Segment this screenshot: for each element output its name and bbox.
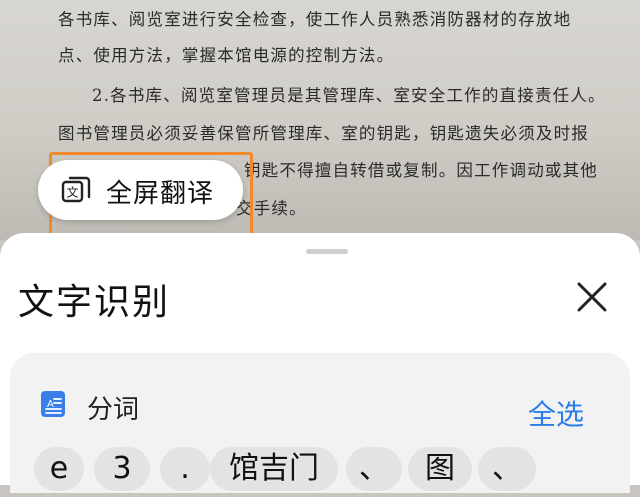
- word-chip[interactable]: 图: [408, 447, 472, 491]
- word-chip[interactable]: 、: [478, 447, 536, 491]
- word-chips: e 3 . 馆吉门 、 图 、: [10, 447, 630, 497]
- word-chip[interactable]: 馆吉门: [210, 447, 338, 491]
- text-recognition-sheet: 文字识别 A 分词 全选 e 3 . 馆吉门 、 图 、: [0, 233, 640, 493]
- document-line: 点、使用方法，掌握本馆电源的控制方法。: [58, 46, 395, 65]
- sheet-title: 文字识别: [18, 282, 171, 323]
- close-icon[interactable]: [572, 277, 612, 317]
- word-chip[interactable]: 3: [94, 447, 150, 491]
- word-chip[interactable]: e: [34, 447, 84, 491]
- word-chip[interactable]: 、: [346, 447, 402, 491]
- segment-label: 分词: [87, 395, 140, 425]
- fullscreen-translate-label: 全屏翻译: [106, 179, 215, 209]
- document-line: 各书库、阅览室进行安全检查，使工作人员熟悉消防器材的存放地: [58, 10, 572, 29]
- document-line: 钥匙不得擅自转借或复制。因工作调动或其他: [244, 161, 598, 180]
- document-icon: A: [41, 391, 65, 417]
- document-line: 2.各书库、阅览室管理员是其管理库、室安全工作的直接责任人。: [92, 86, 606, 105]
- drag-handle[interactable]: [306, 249, 348, 254]
- translate-icon: 文: [61, 176, 91, 203]
- select-all-button[interactable]: 全选: [528, 393, 584, 433]
- word-chip[interactable]: .: [160, 447, 210, 491]
- segment-card: A 分词 全选 e 3 . 馆吉门 、 图 、: [10, 353, 630, 493]
- svg-text:文: 文: [66, 185, 78, 200]
- document-line: 图书管理员必须妥善保管所管理库、室的钥匙，钥匙遗失必须及时报: [58, 124, 589, 143]
- fullscreen-translate-button[interactable]: 文 全屏翻译: [38, 160, 243, 220]
